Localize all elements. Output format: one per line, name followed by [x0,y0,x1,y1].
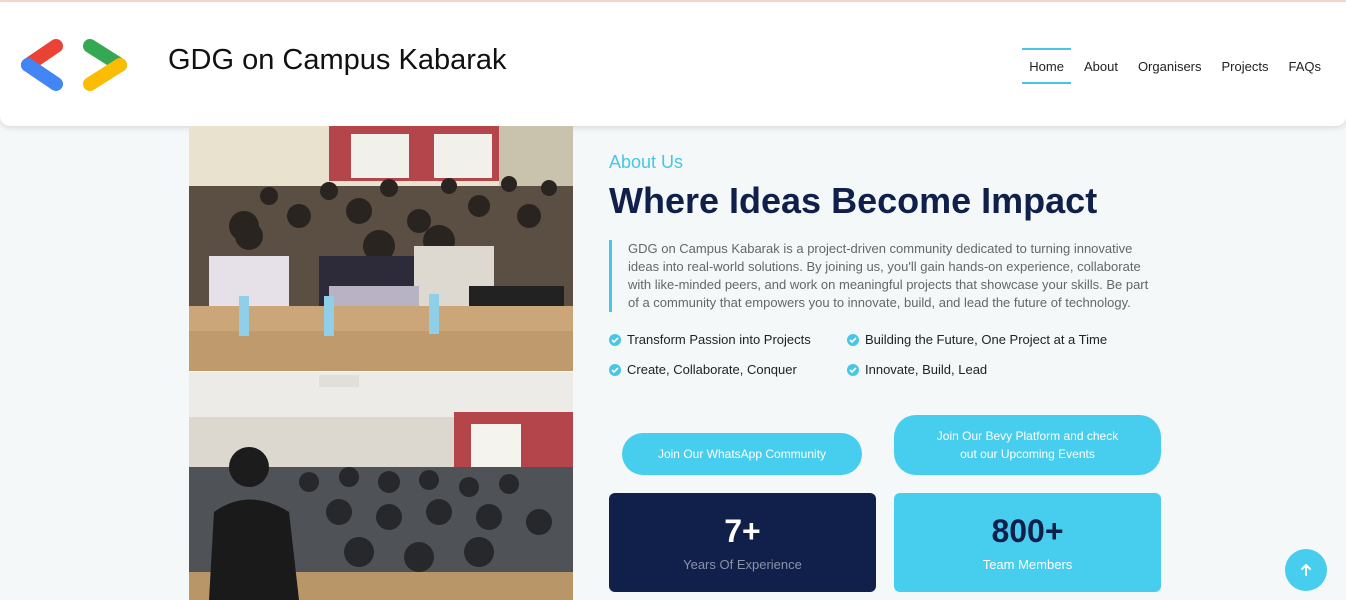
feature-item: Create, Collaborate, Conquer [609,362,797,377]
section-kicker: About Us [609,152,684,172]
check-circle-icon [847,333,859,346]
check-circle-icon [609,363,621,376]
main-nav: Home About Organisers Projects FAQs [1016,48,1328,84]
about-description: GDG on Campus Kabarak is a project-drive… [609,240,1154,312]
nav-organisers[interactable]: Organisers [1131,48,1209,84]
stat-card-members: 800+ Team Members [894,493,1161,592]
check-circle-icon [847,363,859,376]
arrow-up-icon [1301,564,1311,576]
stat-value: 7+ [724,513,761,549]
feature-label: Innovate, Build, Lead [865,362,988,377]
classroom-photo-bottom [189,372,573,600]
join-bevy-button[interactable]: Join Our Bevy Platform and check out our… [894,415,1161,475]
stat-card-experience: 7+ Years Of Experience [609,493,876,592]
stat-value: 800+ [991,513,1064,549]
site-title[interactable]: GDG on Campus Kabarak [168,44,506,77]
feature-label: Transform Passion into Projects [627,332,811,347]
nav-projects[interactable]: Projects [1215,48,1276,84]
join-whatsapp-button[interactable]: Join Our WhatsApp Community [622,433,862,475]
nav-about[interactable]: About [1077,48,1125,84]
back-to-top-button[interactable] [1285,549,1327,591]
nav-faqs[interactable]: FAQs [1281,48,1328,84]
nav-home[interactable]: Home [1022,48,1071,84]
feature-item: Innovate, Build, Lead [847,362,987,377]
stat-label: Team Members [982,557,1073,572]
feature-item: Transform Passion into Projects [609,332,811,347]
gdg-logo[interactable] [16,36,132,94]
feature-label: Create, Collaborate, Conquer [627,362,797,377]
section-headline: Where Ideas Become Impact [609,180,1098,221]
feature-label: Building the Future, One Project at a Ti… [865,332,1108,347]
site-header: GDG on Campus Kabarak Home About Organis… [0,2,1346,126]
stat-label: Years Of Experience [683,557,802,572]
classroom-photo-top [189,126,573,371]
feature-item: Building the Future, One Project at a Ti… [847,332,1107,347]
check-circle-icon [609,333,621,346]
